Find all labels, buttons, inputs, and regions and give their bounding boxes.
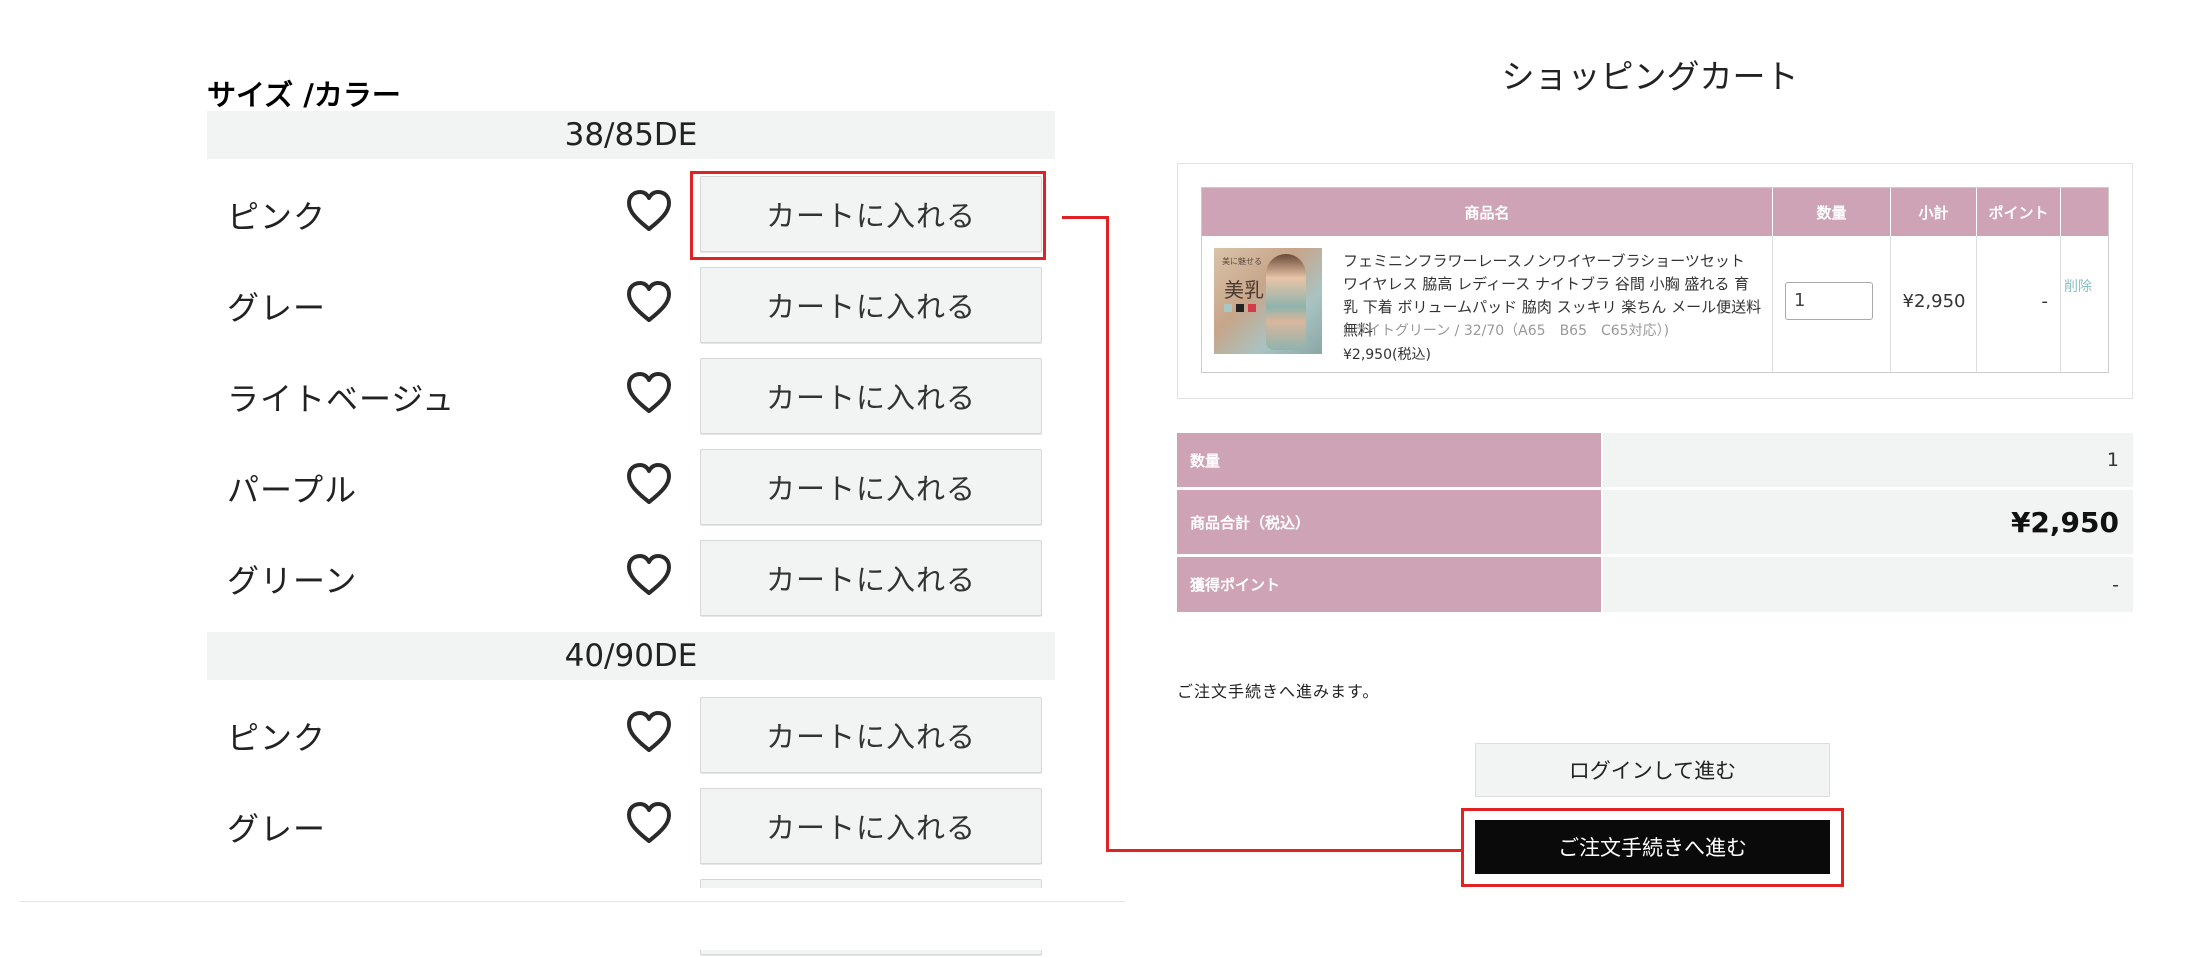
color-label: ピンク [227, 719, 327, 757]
highlight-box-checkout [1461, 808, 1844, 887]
quantity-input[interactable]: 1 [1785, 282, 1873, 320]
summary-points-label: 獲得ポイント [1177, 557, 1601, 612]
summary-points-value: - [1603, 557, 2133, 612]
highlight-box-add-to-cart [690, 171, 1046, 260]
add-to-cart-button[interactable]: カートに入れる [700, 540, 1042, 616]
heart-icon[interactable] [625, 551, 673, 599]
color-label: ライトベージュ [227, 380, 456, 418]
subtotal-cell: ¥2,950 [1891, 236, 1977, 372]
thumb-caption: 美に魅せる [1222, 257, 1262, 266]
color-row-pink: ピンク カートに入れる [207, 697, 1055, 775]
cart-title: ショッピングカート [1501, 57, 1799, 96]
connector-line [1106, 849, 1461, 852]
heart-icon[interactable] [625, 278, 673, 326]
size-color-title: サイズ /カラー [207, 78, 401, 112]
header-points: ポイント [1977, 188, 2061, 236]
add-to-cart-button[interactable]: カートに入れる [700, 449, 1042, 525]
divider [20, 901, 1125, 902]
thumb-title: 美乳 [1224, 278, 1264, 302]
scroll-clip [0, 888, 1130, 950]
summary-quantity-label: 数量 [1177, 433, 1601, 487]
header-quantity: 数量 [1773, 188, 1891, 236]
add-to-cart-button[interactable]: カートに入れる [700, 788, 1042, 864]
product-price: ¥2,950(税込) [1343, 347, 1431, 363]
heart-icon[interactable] [625, 460, 673, 508]
add-to-cart-button[interactable]: カートに入れる [700, 267, 1042, 343]
color-label: パープル [227, 471, 358, 509]
product-variant: ( ライトグリーン / 32/70（A65 B65 C65対応）) [1343, 323, 1670, 339]
header-actions [2061, 188, 2108, 236]
product-cell: 美に魅せる 美乳 フェミニンフラワーレースノンワイヤーブラショーツセット ワイヤ… [1202, 236, 1773, 372]
swatch [1236, 304, 1244, 312]
delete-link[interactable]: 削除 [2061, 276, 2095, 298]
color-row-green: グリーン カートに入れる [207, 540, 1055, 618]
points-cell: - [1977, 236, 2061, 372]
heart-icon[interactable] [625, 187, 673, 235]
size-header-40-90de: 40/90DE [207, 632, 1055, 680]
heart-icon[interactable] [625, 799, 673, 847]
summary-total-label: 商品合計（税込） [1177, 490, 1601, 554]
add-to-cart-button[interactable]: カートに入れる [700, 358, 1042, 434]
header-subtotal: 小計 [1891, 188, 1977, 236]
color-row-light-beige: ライトベージュ カートに入れる [207, 358, 1055, 436]
heart-icon[interactable] [625, 369, 673, 417]
connector-line [1106, 216, 1109, 852]
swatch [1248, 304, 1256, 312]
size-header-38-85de: 38/85DE [207, 111, 1055, 159]
color-label: ピンク [227, 198, 327, 236]
points-value: - [2041, 291, 2049, 312]
color-label: グリーン [227, 562, 358, 600]
add-to-cart-button[interactable]: カートに入れる [700, 697, 1042, 773]
summary-total-value: ¥2,950 [1603, 490, 2133, 554]
heart-icon[interactable] [625, 708, 673, 756]
product-image[interactable]: 美に魅せる 美乳 [1214, 248, 1322, 354]
color-label: グレー [227, 810, 327, 848]
color-label: グレー [227, 289, 327, 327]
header-product: 商品名 [1202, 188, 1773, 236]
quantity-cell: 1 [1773, 236, 1891, 372]
model-figure [1266, 254, 1306, 350]
subtotal-value: ¥2,950 [1902, 291, 1966, 312]
summary-quantity-value: 1 [1603, 433, 2133, 487]
proceed-note: ご注文手続きへ進みます。 [1177, 682, 1380, 701]
color-row-gray: グレー カートに入れる [207, 788, 1055, 866]
login-and-proceed-button[interactable]: ログインして進む [1475, 743, 1830, 797]
connector-line [1062, 216, 1109, 219]
color-row-gray: グレー カートに入れる [207, 267, 1055, 345]
delete-cell: 削除 [2061, 236, 2108, 372]
cart-table: 商品名 数量 小計 ポイント 美に魅せる 美乳 フェミニンフラワーレースノンワイ… [1201, 187, 2109, 373]
color-row-purple: パープル カートに入れる [207, 449, 1055, 527]
swatch [1224, 304, 1232, 312]
